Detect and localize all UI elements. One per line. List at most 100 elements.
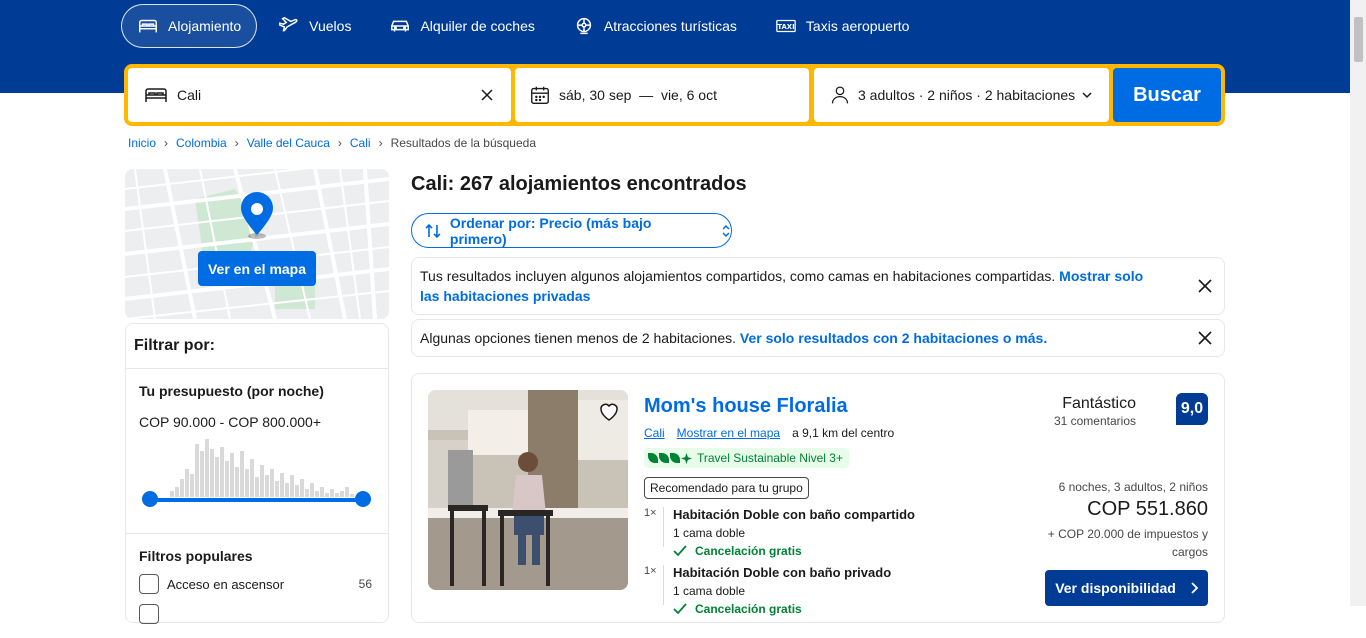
plane-icon [279,16,298,32]
sort-label: Ordenar por: Precio (más bajo primero) [449,214,652,247]
popular-filters-title: Filtros populares [139,548,253,564]
budget-filter: Tu presupuesto (por noche) COP 90.000 - … [126,369,388,534]
chevron-down-icon [1082,92,1092,99]
popular-filters: Filtros populares Acceso en ascensor 56 [126,534,388,638]
room-name: Habitación Doble con baño privado [673,565,892,580]
price-histogram [170,439,354,497]
nav-item-flights[interactable]: Vuelos [261,4,368,48]
person-icon [831,86,849,104]
svg-text:TAXI: TAXI [777,23,794,31]
room-multiplier: 1× [644,565,664,605]
notice-text: Algunas opciones tienen menos de 2 habit… [420,330,740,346]
room-name: Habitación Doble con baño compartido [673,507,915,522]
occupancy-field[interactable]: 3 adultos · 2 niños · 2 habitaciones [814,68,1109,122]
bed-icon [145,88,167,102]
results-title: Cali: 267 alojamientos encontrados [411,173,747,195]
review-score: 9,0 [1176,393,1208,425]
breadcrumb-home[interactable]: Inicio [128,136,156,150]
page-scrollbar[interactable] [1350,0,1366,606]
checkmark-icon [673,603,687,615]
car-icon [391,20,410,32]
filters-title: Filtrar por: [126,324,388,369]
property-card: Mom's house Floralia Cali Mostrar en el … [411,373,1225,623]
occupancy-value: 3 adultos · 2 niños · 2 habitaciones [858,87,1076,103]
attractions-icon [576,17,592,35]
close-icon[interactable] [1198,331,1212,345]
destination-field[interactable]: Cali [128,68,511,122]
calendar-icon [531,86,549,104]
dates-field[interactable]: sáb, 30 sep — vie, 6 oct [515,68,809,122]
room-bed: 1 cama doble [673,584,746,598]
cancellation-label: Cancelación gratis [695,602,802,616]
filter-option-elevator[interactable]: Acceso en ascensor 56 [139,574,375,594]
chevron-right-icon [1191,582,1198,594]
heart-icon[interactable] [597,399,621,423]
bed-icon [139,19,157,33]
rating-word: Fantástico [1062,395,1136,412]
checkbox[interactable] [139,574,159,594]
free-cancellation: Cancelación gratis [673,602,802,616]
budget-slider-track[interactable] [150,498,363,502]
nav-item-car-rental[interactable]: Alquiler de coches [372,4,551,48]
show-map-button[interactable]: Ver en el mapa [198,251,316,286]
filter-option-count: 56 [358,577,372,591]
sustainability-label: Travel Sustainable Nivel 3+ [697,451,843,465]
rooms-count-notice: Algunas opciones tienen menos de 2 habit… [411,319,1225,357]
room-multiplier: 1× [644,507,664,547]
breadcrumb-city[interactable]: Cali [350,136,371,150]
sustainability-badge: Travel Sustainable Nivel 3+ [644,448,849,468]
filter-option-next[interactable] [139,604,375,624]
dates-value: sáb, 30 sep — vie, 6 oct [559,87,717,103]
sort-button[interactable]: Ordenar por: Precio (más bajo primero) [411,213,732,248]
stay-summary: 6 noches, 3 adultos, 2 niños [1058,480,1208,494]
property-location: Cali Mostrar en el mapa a 9,1 km del cen… [644,426,894,440]
taxes-and-fees: + COP 20.000 de impuestos y cargos [1047,527,1208,559]
show-on-map-link[interactable]: Mostrar en el mapa [677,426,780,440]
breadcrumb-country[interactable]: Colombia [176,136,227,150]
show-two-rooms-link[interactable]: Ver solo resultados con 2 habitaciones o… [740,330,1047,346]
city-link[interactable]: Cali [644,426,665,440]
nav-item-label: Vuelos [309,18,352,34]
notice-text: Tus resultados incluyen algunos alojamie… [420,268,1060,284]
search-box: Cali sáb, 30 sep — vie, 6 oct 3 adultos … [124,64,1225,126]
property-name[interactable]: Mom's house Floralia [644,395,848,418]
shared-rooms-notice: Tus resultados incluyen algunos alojamie… [411,257,1225,315]
chevron-right-icon: › [164,136,169,150]
breadcrumb-current: Resultados de la búsqueda [390,136,537,150]
scrollbar-thumb[interactable] [1354,17,1363,62]
search-button[interactable]: Buscar [1113,68,1221,122]
cancellation-label: Cancelación gratis [695,544,802,558]
breadcrumb: Inicio › Colombia › Valle del Cauca › Ca… [128,136,536,150]
chevron-right-icon: › [234,136,239,150]
free-cancellation: Cancelación gratis [673,544,802,558]
nav-item-label: Atracciones turísticas [603,18,737,34]
chevron-right-icon: › [378,136,383,150]
product-nav: Alojamiento Vuelos Alquiler de coches At… [121,4,930,48]
destination-value: Cali [177,87,202,103]
taxi-icon: TAXI [776,19,796,33]
nav-item-label: Taxis aeropuerto [805,18,910,34]
see-availability-button[interactable]: Ver disponibilidad [1045,570,1208,606]
nav-item-attractions[interactable]: Atracciones turísticas [556,4,754,48]
nav-item-airport-taxis[interactable]: TAXI Taxis aeropuerto [758,4,927,48]
chevron-updown-icon [722,224,730,237]
nav-item-label: Alojamiento [168,18,242,34]
checkbox[interactable] [139,604,159,624]
close-icon[interactable] [1198,279,1212,293]
map-background [125,169,389,319]
checkmark-icon [673,545,687,557]
distance: a 9,1 km del centro [792,426,895,440]
budget-slider-max-handle[interactable] [355,491,371,507]
breadcrumb-region[interactable]: Valle del Cauca [247,136,330,150]
recommended-badge: Recomendado para tu grupo [644,477,809,499]
chevron-right-icon: › [337,136,342,150]
nav-item-stays[interactable]: Alojamiento [121,4,258,48]
clear-icon[interactable] [479,87,495,103]
review-count: 31 comentarios [1053,414,1136,428]
button-label: Ver disponibilidad [1055,580,1176,596]
price: COP 551.860 [1087,498,1208,520]
nav-item-label: Alquiler de coches [420,18,535,34]
room-bed: 1 cama doble [673,526,746,540]
map-preview[interactable]: Ver en el mapa [125,169,389,319]
budget-slider-min-handle[interactable] [142,491,158,507]
